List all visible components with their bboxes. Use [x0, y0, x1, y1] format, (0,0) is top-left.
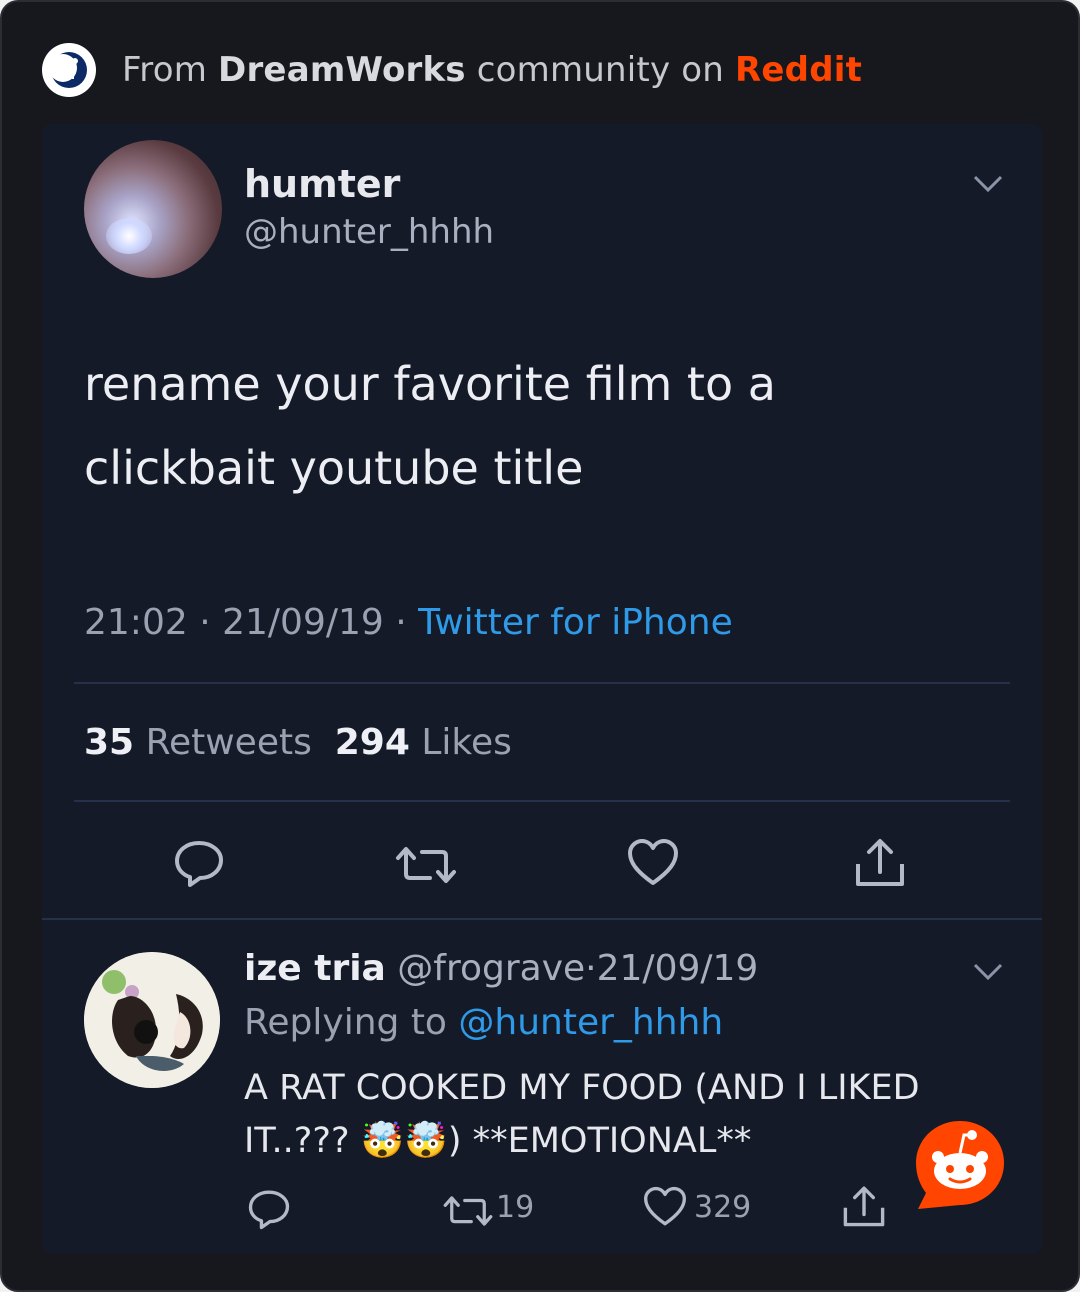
replying-prefix: Replying to	[244, 1002, 459, 1043]
reply-like-count[interactable]: 329	[694, 1190, 751, 1225]
reddit-link[interactable]: Reddit	[735, 50, 862, 90]
share-icon[interactable]	[840, 1184, 888, 1232]
header-prefix: From	[122, 50, 219, 90]
tweet-text-line: rename your favorite film to a	[84, 357, 776, 411]
retweet-count[interactable]: 35	[84, 722, 134, 763]
mention-link[interactable]: @hunter_hhhh	[458, 1002, 723, 1043]
reply-text-part: ) **EMOTIONAL**	[447, 1121, 752, 1161]
replying-to: Replying to @hunter_hhhh	[244, 1002, 723, 1043]
reply-text: A RAT COOKED MY FOOD (AND I LIKED IT..??…	[244, 1062, 1004, 1168]
embed-frame: From DreamWorks community on Reddit humt…	[0, 0, 1080, 1292]
separator: ·	[199, 602, 211, 643]
tweet-date: 21/09/19	[222, 602, 384, 643]
reply-display-name[interactable]: ize tria	[244, 948, 386, 989]
retweet-label[interactable]: Retweets	[146, 722, 312, 763]
like-count[interactable]: 294	[335, 722, 410, 763]
tweet-time: 21:02	[84, 602, 188, 643]
dreamworks-logo-icon[interactable]	[42, 43, 96, 97]
embed-source-text: From DreamWorks community on Reddit	[122, 50, 862, 90]
display-name[interactable]: humter	[244, 162, 400, 206]
reply-avatar[interactable]	[84, 952, 220, 1088]
share-icon[interactable]	[852, 836, 908, 892]
reply-text-line: IT..??? 🤯🤯) **EMOTIONAL**	[244, 1115, 1004, 1168]
divider	[74, 682, 1010, 684]
tweet-meta: 21:02 · 21/09/19 · Twitter for iPhone	[84, 602, 733, 643]
embed-header: From DreamWorks community on Reddit	[42, 42, 862, 98]
like-label[interactable]: Likes	[421, 722, 512, 763]
reply-icon[interactable]	[172, 838, 226, 892]
user-handle[interactable]: @hunter_hhhh	[244, 212, 494, 252]
separator: ·	[585, 948, 597, 989]
tweet-text: rename your favorite film to a clickbait…	[84, 342, 844, 510]
divider	[74, 800, 1010, 802]
retweet-icon[interactable]	[442, 1192, 494, 1234]
separator: ·	[395, 602, 407, 643]
tweet-screenshot: humter @hunter_hhhh rename your favorite…	[42, 124, 1042, 1254]
chevron-down-icon[interactable]	[972, 168, 1004, 203]
reply-date: 21/09/19	[596, 948, 759, 989]
like-icon[interactable]	[626, 838, 680, 892]
reply-header: ize tria @frograve·21/09/19	[244, 948, 758, 989]
tweet-stats: 35 Retweets 294 Likes	[84, 722, 512, 763]
reply-text-line: A RAT COOKED MY FOOD (AND I LIKED	[244, 1068, 920, 1108]
tweet-source-link[interactable]: Twitter for iPhone	[418, 602, 733, 643]
retweet-icon[interactable]	[394, 842, 458, 892]
divider	[42, 918, 1042, 920]
reddit-snoo-icon[interactable]	[912, 1117, 1008, 1213]
tweet-text-line: clickbait youtube title	[84, 441, 584, 495]
reply-handle[interactable]: @frograve	[397, 948, 585, 989]
community-link[interactable]: DreamWorks	[218, 50, 466, 90]
header-middle: community on	[465, 50, 736, 90]
chevron-down-icon[interactable]	[972, 956, 1004, 991]
avatar[interactable]	[84, 140, 222, 278]
reply-icon[interactable]	[246, 1188, 292, 1234]
like-icon[interactable]	[642, 1186, 688, 1232]
exploding-head-emoji: 🤯🤯	[360, 1121, 448, 1161]
reply-retweet-count[interactable]: 19	[496, 1190, 534, 1225]
reply-text-part: IT..???	[244, 1121, 361, 1161]
